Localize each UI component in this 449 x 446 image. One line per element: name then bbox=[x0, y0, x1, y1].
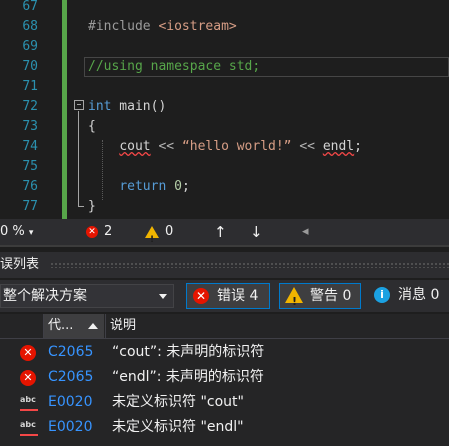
code-text: #include <iostream> bbox=[88, 19, 237, 34]
code-line[interactable]: 69 bbox=[0, 37, 449, 57]
line-number: 71 bbox=[22, 79, 38, 94]
error-code-link[interactable]: E0020 bbox=[48, 415, 92, 440]
arrow-down-icon: ↓ bbox=[250, 223, 263, 241]
line-number: 76 bbox=[22, 179, 38, 194]
error-count-indicator[interactable]: ✕ 2 bbox=[86, 219, 112, 245]
error-icon: ✕ bbox=[20, 370, 36, 386]
error-icon: ✕ bbox=[86, 225, 98, 238]
sort-ascending-icon bbox=[88, 323, 98, 329]
editor-status-strip: 0 % ▾ ✕2 0 ↑ ↓ ◂ bbox=[0, 219, 449, 253]
filter-errors-toggle[interactable]: ✕ 错误 4 bbox=[186, 283, 270, 309]
warning-icon bbox=[145, 225, 159, 253]
code-line[interactable]: 70 //using namespace std; bbox=[0, 57, 449, 77]
intellisense-error-icon: abc bbox=[20, 420, 38, 436]
error-row[interactable]: abc E0020 未定义标识符 "cout" bbox=[0, 390, 449, 415]
filter-messages-toggle[interactable]: i 消息 0 bbox=[368, 283, 449, 309]
line-number: 73 bbox=[22, 119, 38, 134]
column-header-code[interactable]: 代... bbox=[44, 314, 104, 338]
tool-window-separator bbox=[0, 245, 449, 247]
line-number: 77 bbox=[22, 199, 38, 214]
table-header: 代... 说明 bbox=[0, 314, 449, 339]
code-text: int main() bbox=[88, 99, 167, 114]
error-description: 未定义标识符 "cout" bbox=[112, 394, 244, 410]
error-icon: ✕ bbox=[193, 288, 209, 304]
arrow-left-icon: ◂ bbox=[302, 224, 309, 239]
code-text: { bbox=[88, 119, 96, 134]
code-text: //using namespace std; bbox=[88, 59, 261, 74]
code-line[interactable]: 73 { bbox=[0, 117, 449, 137]
chevron-down-icon bbox=[159, 294, 167, 299]
error-description: “cout”: 未声明的标识符 bbox=[112, 344, 265, 360]
line-number: 67 bbox=[22, 0, 38, 14]
code-text: return 0; bbox=[119, 179, 190, 194]
error-list-toolbar: 整个解决方案 ✕ 错误 4 警告 0 i 消息 0 bbox=[0, 280, 449, 314]
code-line[interactable]: 74 cout << “hello world!” << endl; bbox=[0, 137, 449, 157]
code-text: cout << “hello world!” << endl; bbox=[119, 139, 362, 154]
warning-icon bbox=[285, 287, 303, 314]
code-line[interactable]: 71 bbox=[0, 77, 449, 97]
error-code-link[interactable]: E0020 bbox=[48, 390, 92, 415]
zoom-level[interactable]: 0 % ▾ bbox=[0, 219, 33, 245]
info-icon: i bbox=[374, 287, 390, 303]
code-line[interactable]: 76 return 0; bbox=[0, 177, 449, 197]
error-list-title: 误列表 bbox=[0, 257, 40, 272]
next-issue-button[interactable]: ↓ bbox=[250, 219, 263, 245]
code-text: } bbox=[88, 199, 96, 214]
error-description: “endl”: 未声明的标识符 bbox=[112, 369, 264, 385]
code-line[interactable]: 67 bbox=[0, 0, 449, 17]
error-row[interactable]: ✕ C2065 “endl”: 未声明的标识符 bbox=[0, 365, 449, 390]
code-line[interactable]: 77} bbox=[0, 197, 449, 217]
code-line[interactable]: 75 bbox=[0, 157, 449, 177]
drag-grip[interactable] bbox=[50, 262, 449, 268]
line-number: 70 bbox=[22, 59, 38, 74]
intellisense-error-icon: abc bbox=[20, 395, 38, 411]
line-number: 69 bbox=[22, 39, 38, 54]
line-number: 75 bbox=[22, 159, 38, 174]
error-description: 未定义标识符 "endl" bbox=[112, 419, 244, 435]
previous-issue-button[interactable]: ↑ bbox=[214, 219, 227, 245]
filter-warnings-toggle[interactable]: 警告 0 bbox=[279, 283, 361, 314]
line-number: 74 bbox=[22, 139, 38, 154]
arrow-up-icon: ↑ bbox=[214, 223, 227, 241]
code-line[interactable]: 72 int main() bbox=[0, 97, 449, 117]
scope-dropdown[interactable]: 整个解决方案 bbox=[0, 284, 174, 308]
line-number: 72 bbox=[22, 99, 38, 114]
error-code-link[interactable]: C2065 bbox=[48, 340, 93, 365]
scroll-left-button[interactable]: ◂ bbox=[302, 219, 309, 245]
column-header-description[interactable]: 说明 bbox=[106, 314, 136, 338]
error-row[interactable]: ✕ C2065 “cout”: 未声明的标识符 bbox=[0, 340, 449, 365]
warning-count-indicator[interactable]: 0 bbox=[145, 219, 173, 253]
error-list-header[interactable]: 误列表 bbox=[0, 252, 449, 278]
code-line[interactable]: 68 #include <iostream> bbox=[0, 17, 449, 37]
error-list-table: 代... 说明 ✕ C2065 “cout”: 未声明的标识符 ✕ C2065 “endl… bbox=[0, 314, 449, 446]
error-code-link[interactable]: C2065 bbox=[48, 365, 93, 390]
line-number: 68 bbox=[22, 19, 38, 34]
error-icon: ✕ bbox=[20, 345, 36, 361]
error-row[interactable]: abc E0020 未定义标识符 "endl" bbox=[0, 415, 449, 440]
code-editor[interactable]: 67 68 #include <iostream> 69 70 //using names… bbox=[0, 0, 449, 219]
